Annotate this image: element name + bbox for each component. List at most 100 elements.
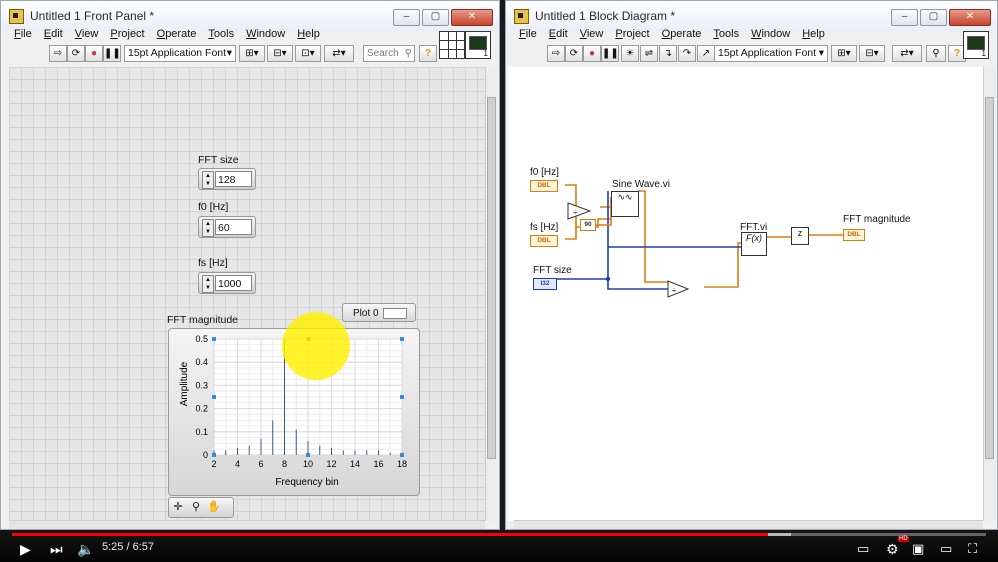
maximize-button[interactable]: ▢ [920,9,947,26]
settings-gear-icon[interactable]: ⚙ [886,538,899,560]
align-objects-icon[interactable]: ⊞▾ [239,45,265,62]
menu-help[interactable]: Help [802,28,825,43]
pan-hand-icon[interactable]: ✋ [205,498,223,516]
run-arrow-icon[interactable]: ⇨ [547,45,565,62]
resize-handle[interactable] [400,337,404,341]
fs-spinner[interactable]: ▲ ▼ [202,275,214,293]
highlight-execution-icon[interactable]: ☀ [621,45,639,62]
pause-icon[interactable]: ❚❚ [103,45,121,62]
divide-node[interactable] [567,202,592,220]
f0-terminal[interactable]: DBL [530,180,558,192]
menu-view[interactable]: View [75,28,99,43]
divide-node-2[interactable] [667,280,690,298]
retain-wire-values-icon[interactable]: ⇌ [640,45,658,62]
fs-terminal[interactable]: DBL [530,235,558,247]
fs-value[interactable]: 1000 [215,275,252,291]
menu-tools[interactable]: Tools [713,28,739,43]
fft-magnitude-indicator[interactable]: DBL [843,229,865,241]
menu-project[interactable]: Project [110,28,144,43]
menu-window[interactable]: Window [751,28,790,43]
block-diagram-horizontal-scrollbar[interactable] [514,520,983,529]
block-diagram-canvas[interactable]: ÷ ÷ f0 [Hz] DBL fs [Hz] DBL FFT size I32… [508,67,983,521]
menu-operate[interactable]: Operate [662,28,702,43]
menu-help[interactable]: Help [297,28,320,43]
vi-icon-panel[interactable]: 1 [963,31,989,59]
font-selector[interactable]: 15pt Application Font ▾ [714,45,828,62]
wire-fft-size-divide[interactable] [607,279,668,290]
step-over-icon[interactable]: ↷ [678,45,696,62]
connector-pane[interactable]: 1 [439,31,491,59]
block-diagram-vertical-scrollbar[interactable] [983,67,995,521]
menu-file[interactable]: File [14,28,32,43]
vi-icon[interactable]: 1 [465,31,491,59]
fft-size-value[interactable]: 128 [215,171,252,187]
resize-handle[interactable] [400,395,404,399]
const-90[interactable]: 90 [580,219,596,231]
menu-project[interactable]: Project [615,28,649,43]
resize-handle[interactable] [212,337,216,341]
distribute-objects-icon[interactable]: ⊟▾ [859,45,885,62]
font-selector[interactable]: 15pt Application Font ▾ [124,45,236,62]
vi-icon[interactable]: 1 [963,31,989,59]
miniplayer-icon[interactable]: ▣ [912,538,924,560]
front-panel-vertical-scrollbar[interactable] [485,67,497,521]
subtitles-icon[interactable]: ▭ [857,538,869,560]
align-objects-icon[interactable]: ⊞▾ [831,45,857,62]
progress-bar[interactable] [12,533,986,536]
cursor-move-icon[interactable]: ✛ [169,498,187,516]
fft-size-spinner[interactable]: ▲ ▼ [202,171,214,189]
fullscreen-icon[interactable]: ⛶ [968,538,977,560]
fs-control[interactable]: ▲ ▼ 1000 [198,272,256,294]
front-panel-horizontal-scrollbar[interactable] [9,520,485,529]
f0-value[interactable]: 60 [215,219,252,235]
wire-fft-size-fft[interactable] [608,235,749,248]
close-button[interactable]: ✕ [949,9,991,26]
play-icon[interactable]: ▶ [20,538,31,560]
abort-icon[interactable]: ● [85,45,103,62]
resize-handle[interactable] [212,453,216,457]
reorder-icon[interactable]: ⇄▾ [892,45,922,62]
fft-vi[interactable]: F(x) [741,232,767,256]
maximize-button[interactable]: ▢ [422,9,449,26]
fft-size-control[interactable]: ▲ ▼ 128 [198,168,256,190]
run-continuously-icon[interactable]: ⟳ [565,45,583,62]
resize-handle[interactable] [400,453,404,457]
wire-sine-out[interactable] [638,190,668,283]
distribute-objects-icon[interactable]: ⊟▾ [267,45,293,62]
fft-size-terminal[interactable]: I32 [533,278,557,290]
menu-edit[interactable]: Edit [549,28,568,43]
resize-objects-icon[interactable]: ⊡▾ [295,45,321,62]
connector-pane-icon[interactable] [439,31,465,59]
search-input[interactable]: Search ⚲ [363,45,415,62]
resize-handle[interactable] [212,395,216,399]
f0-spinner[interactable]: ▲ ▼ [202,219,214,237]
menu-file[interactable]: File [519,28,537,43]
menu-window[interactable]: Window [246,28,285,43]
zoom-icon[interactable]: ⚲ [187,498,205,516]
wire-ratio[interactable] [600,197,612,208]
menu-operate[interactable]: Operate [157,28,197,43]
run-arrow-icon[interactable]: ⇨ [49,45,67,62]
minimize-button[interactable]: – [891,9,918,26]
menu-view[interactable]: View [580,28,604,43]
step-out-icon[interactable]: ↗ [697,45,715,62]
close-button[interactable]: ✕ [451,9,493,26]
step-into-icon[interactable]: ↴ [659,45,677,62]
f0-control[interactable]: ▲ ▼ 60 [198,216,256,238]
menu-edit[interactable]: Edit [44,28,63,43]
front-panel-canvas[interactable]: FFT size ▲ ▼ 128 f0 [Hz] ▲ ▼ 60 fs [Hz] ▲ ▼… [9,67,485,521]
minimize-button[interactable]: – [393,9,420,26]
plot-line-swatch[interactable] [383,308,407,319]
help-icon[interactable]: ? [419,45,437,62]
reorder-icon[interactable]: ⇄▾ [324,45,354,62]
plot-legend[interactable]: Plot 0 [342,303,416,322]
menu-tools[interactable]: Tools [208,28,234,43]
sine-wave-vi[interactable]: ∿∿ [611,191,639,217]
complex-to-polar-node[interactable]: z [791,227,809,245]
run-continuously-icon[interactable]: ⟳ [67,45,85,62]
abort-icon[interactable]: ● [583,45,601,62]
pause-icon[interactable]: ❚❚ [601,45,619,62]
wire-divide-out[interactable] [704,242,743,288]
volume-icon[interactable]: 🔈 [77,538,94,560]
theater-mode-icon[interactable]: ▭ [940,538,952,560]
